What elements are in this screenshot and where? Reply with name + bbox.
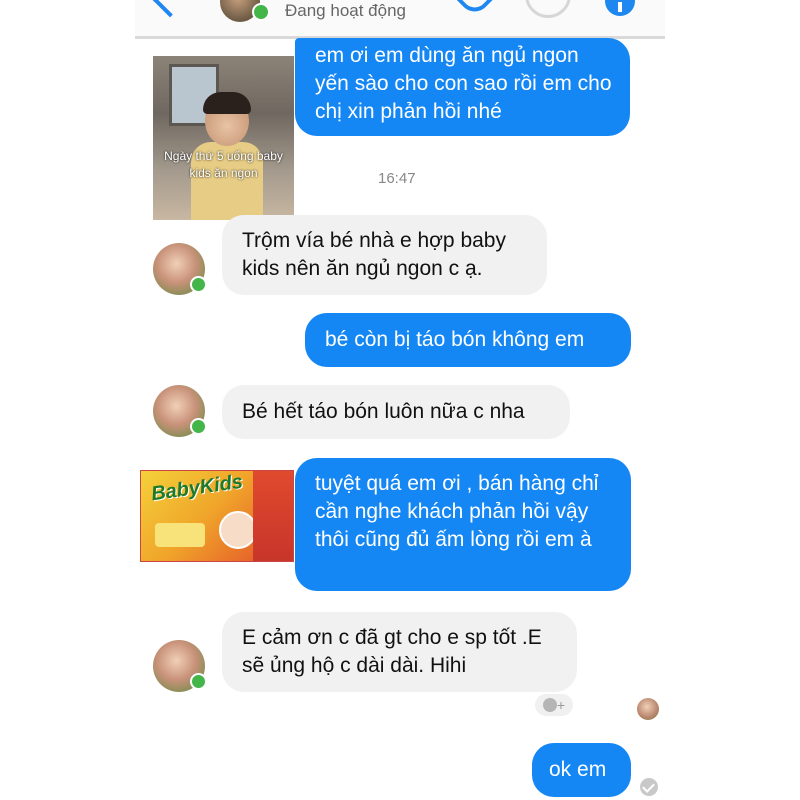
check-circle-icon (640, 778, 658, 796)
product-baby-face (219, 511, 257, 549)
sender-avatar[interactable] (153, 243, 207, 295)
sender-avatar[interactable] (153, 385, 207, 437)
message-bubble-outgoing[interactable]: ok em (532, 743, 631, 797)
message-bubble-outgoing[interactable]: bé còn bị táo bón không em (305, 313, 631, 367)
message-timestamp: 16:47 (378, 170, 416, 187)
product-box-side (253, 471, 293, 561)
message-bubble-incoming[interactable]: Trộm vía bé nhà e hợp baby kids nên ăn n… (222, 215, 547, 295)
conversation-header: Đang hoạt động (135, 0, 665, 36)
message-bubble-incoming[interactable]: E cảm ơn c đã gt cho e sp tốt .E sẽ ủng … (222, 612, 577, 692)
info-icon[interactable] (605, 0, 635, 16)
back-arrow-icon[interactable] (151, 0, 189, 18)
product-brand-logo: BabyKids (149, 470, 245, 506)
active-status: Đang hoạt động (285, 1, 406, 20)
sender-avatar[interactable] (153, 640, 207, 692)
photo-caption: Ngày thứ 5 uống baby kids ăn ngon (164, 149, 283, 180)
online-indicator (190, 276, 207, 293)
phone-icon[interactable] (454, 0, 494, 19)
seen-avatar (637, 698, 659, 720)
online-indicator (190, 673, 207, 690)
add-reaction-icon (542, 698, 557, 712)
online-indicator (190, 418, 207, 435)
product-image[interactable]: BabyKids (140, 470, 294, 562)
message-bubble-outgoing[interactable]: tuyệt quá em ơi , bán hàng chỉ cần nghe … (295, 458, 631, 591)
messenger-screen: Đang hoạt động Ngày thứ 5 uống baby kids… (135, 0, 665, 800)
message-bubble-outgoing[interactable]: em ơi em dùng ăn ngủ ngon yến sào cho co… (295, 38, 630, 136)
product-box-panel (155, 523, 205, 547)
add-reaction-button[interactable]: + (535, 694, 573, 716)
online-indicator (252, 3, 270, 21)
message-bubble-incoming[interactable]: Bé hết táo bón luôn nữa c nha (222, 385, 570, 439)
photo-child-hair (203, 92, 251, 114)
reaction-plus: + (556, 697, 566, 713)
video-call-icon[interactable] (525, 0, 571, 18)
shared-photo[interactable]: Ngày thứ 5 uống baby kids ăn ngon (153, 56, 294, 220)
